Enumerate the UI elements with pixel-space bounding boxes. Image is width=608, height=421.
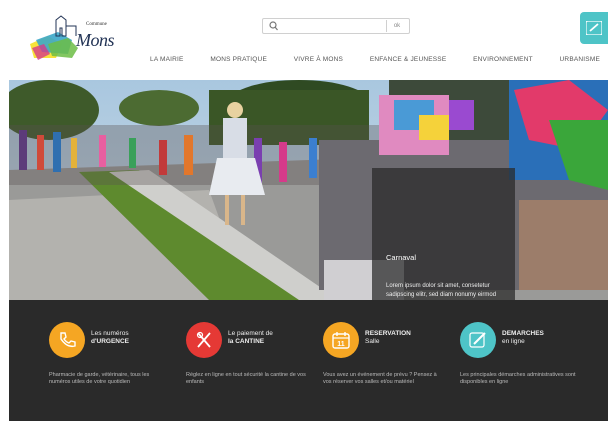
hero-photo bbox=[9, 80, 608, 300]
calendar-number: 11 bbox=[337, 341, 345, 348]
cantine-label-line1: Le paiement de bbox=[228, 330, 273, 337]
reservation-circle: 11 bbox=[323, 322, 359, 358]
search-input[interactable] bbox=[281, 20, 389, 34]
hero-slider[interactable]: Carnaval Lorem ipsum dolor sit amet, con… bbox=[9, 80, 608, 300]
cutlery-icon bbox=[196, 331, 211, 348]
demarches-circle bbox=[460, 322, 496, 358]
phone-icon bbox=[60, 332, 76, 348]
demarches-label-line1: DEMARCHES bbox=[502, 330, 544, 337]
reservation-label-line2: Salle bbox=[365, 338, 380, 345]
site-header: Commune Mons ok LA MAIRIE MONS PRATIQUE … bbox=[0, 0, 608, 80]
nav-item-vivre-a-mons[interactable]: VIVRE À MONS bbox=[294, 56, 343, 68]
pencil-icon bbox=[469, 332, 486, 348]
quick-links-panel: Les numéros d'URGENCE Pharmacie de garde… bbox=[9, 300, 608, 421]
main-nav: LA MAIRIE MONS PRATIQUE VIVRE À MONS ENF… bbox=[150, 56, 600, 68]
hero-caption[interactable]: Carnaval Lorem ipsum dolor sit amet, con… bbox=[372, 168, 515, 300]
search-bar: ok bbox=[262, 18, 410, 34]
hero-caption-title: Carnaval bbox=[386, 253, 417, 262]
hero-caption-text: Lorem ipsum dolor sit amet, consetetur s… bbox=[386, 283, 497, 298]
urgence-circle bbox=[49, 322, 85, 358]
reservation-description: Vous avez un événement de prévu ? Pensez… bbox=[323, 372, 437, 385]
logo-commune-label: Commune bbox=[86, 22, 107, 27]
demarches-description: Les principales démarches administrative… bbox=[460, 372, 576, 385]
cantine-description: Réglez en ligne en tout sécurité la cant… bbox=[186, 372, 306, 385]
page: Commune Mons ok LA MAIRIE MONS PRATIQUE … bbox=[0, 0, 608, 421]
demarches-label: DEMARCHES en ligne bbox=[502, 330, 544, 346]
reservation-label-line1: RESERVATION bbox=[365, 330, 411, 337]
urgence-description: Pharmacie de garde, vétérinaire, tous le… bbox=[49, 372, 150, 385]
quick-link-cantine[interactable]: Le paiement de la CANTINE Réglez en lign… bbox=[186, 322, 316, 412]
logo-town-name: Mons bbox=[76, 30, 115, 50]
quick-link-demarches[interactable]: DEMARCHES en ligne Les principales démar… bbox=[460, 322, 590, 412]
reservation-label: RESERVATION Salle bbox=[365, 330, 411, 346]
nav-item-urbanisme[interactable]: URBANISME bbox=[560, 56, 600, 68]
quick-link-reservation[interactable]: 11 RESERVATION Salle Vous avez un événem… bbox=[323, 322, 453, 412]
urgence-label-line2: d'URGENCE bbox=[91, 338, 130, 345]
search-icon bbox=[269, 21, 278, 31]
cantine-label-line2: la CANTINE bbox=[228, 338, 265, 345]
nav-item-enfance-jeunesse[interactable]: ENFANCE & JEUNESSE bbox=[370, 56, 447, 68]
pencil-icon bbox=[586, 21, 602, 35]
corner-pencil-button[interactable] bbox=[580, 12, 608, 44]
calendar-icon: 11 bbox=[332, 332, 350, 349]
urgence-label: Les numéros d'URGENCE bbox=[91, 330, 129, 346]
nav-item-la-mairie[interactable]: LA MAIRIE bbox=[150, 56, 184, 68]
site-logo[interactable]: Commune Mons bbox=[28, 14, 115, 62]
demarches-label-line2: en ligne bbox=[502, 338, 525, 345]
search-submit-button[interactable]: ok bbox=[386, 20, 407, 32]
urgence-label-line1: Les numéros bbox=[91, 330, 129, 337]
cantine-circle bbox=[186, 322, 222, 358]
cantine-label: Le paiement de la CANTINE bbox=[228, 330, 273, 346]
nav-item-mons-pratique[interactable]: MONS PRATIQUE bbox=[210, 56, 267, 68]
nav-item-environnement[interactable]: ENVIRONNEMENT bbox=[473, 56, 533, 68]
quick-link-urgence[interactable]: Les numéros d'URGENCE Pharmacie de garde… bbox=[49, 322, 179, 412]
